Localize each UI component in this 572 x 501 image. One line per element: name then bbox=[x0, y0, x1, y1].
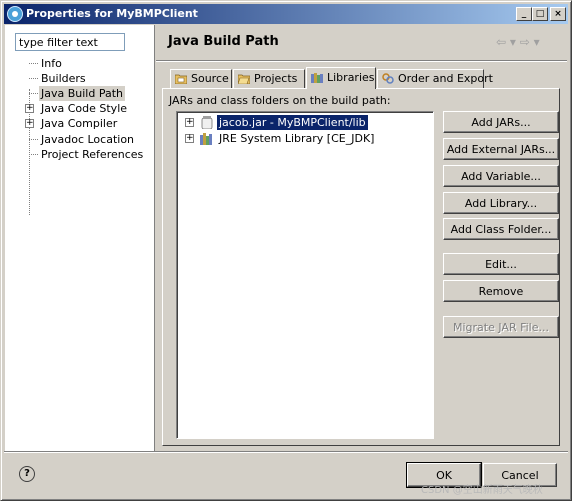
edit-button[interactable]: Edit... bbox=[443, 253, 559, 275]
jar-icon bbox=[201, 116, 213, 129]
tree-line bbox=[29, 78, 38, 79]
tab-label: Order and Export bbox=[398, 72, 493, 85]
library-label: JRE System Library [CE_JDK] bbox=[219, 132, 375, 145]
tree-item-label: Info bbox=[41, 57, 62, 70]
tab-libraries[interactable]: Libraries bbox=[306, 67, 376, 89]
tree-item-label: Java Compiler bbox=[41, 117, 118, 130]
history-nav[interactable]: ⇦ ▾ ⇨ ▾ bbox=[496, 35, 540, 49]
library-icon bbox=[200, 133, 212, 145]
tab-label: Source bbox=[191, 72, 229, 85]
forward-arrow-icon[interactable]: ⇨ ▾ bbox=[520, 35, 540, 49]
title-separator bbox=[156, 60, 567, 62]
tab-label: Libraries bbox=[327, 71, 375, 84]
expand-icon[interactable]: + bbox=[25, 104, 34, 113]
title-bar[interactable]: Properties for MyBMPClient _ □ × bbox=[4, 4, 568, 24]
tree-line bbox=[29, 63, 38, 64]
properties-window: Properties for MyBMPClient _ □ × Info Bu… bbox=[0, 0, 572, 501]
tab-projects[interactable]: Projects bbox=[233, 69, 305, 88]
tab-source[interactable]: Source bbox=[170, 69, 232, 88]
add-jars-button[interactable]: Add JARs... bbox=[443, 111, 559, 133]
window-title: Properties for MyBMPClient bbox=[26, 7, 198, 20]
libraries-panel: JARs and class folders on the build path… bbox=[162, 88, 560, 446]
close-icon[interactable]: × bbox=[550, 7, 566, 21]
tab-order-and-export[interactable]: Order and Export bbox=[377, 69, 493, 88]
tree-line bbox=[29, 154, 38, 155]
source-folder-icon bbox=[175, 74, 187, 84]
library-label: jacob.jar - MyBMPClient/lib bbox=[217, 115, 368, 130]
tab-label: Projects bbox=[254, 72, 298, 85]
watermark-text: CSDN @空山新雨天气晚秋 bbox=[421, 485, 543, 496]
add-variable-button[interactable]: Add Variable... bbox=[443, 165, 559, 187]
tree-item-label: Builders bbox=[41, 72, 86, 85]
minimize-icon[interactable]: _ bbox=[516, 7, 532, 21]
order-export-icon bbox=[382, 73, 394, 84]
tree-line bbox=[29, 93, 38, 94]
tree-item-label: Javadoc Location bbox=[41, 133, 135, 146]
help-icon[interactable]: ? bbox=[19, 466, 35, 482]
build-path-tree[interactable]: + jacob.jar - MyBMPClient/lib + JRE Syst… bbox=[176, 111, 434, 439]
tree-item-label: Java Build Path bbox=[39, 86, 126, 101]
footer-separator bbox=[4, 451, 568, 453]
tree-item-label: Java Code Style bbox=[41, 102, 128, 115]
expand-icon[interactable]: + bbox=[185, 134, 194, 143]
projects-icon bbox=[238, 74, 250, 84]
expand-icon[interactable]: + bbox=[25, 119, 34, 128]
maximize-icon[interactable]: □ bbox=[532, 7, 548, 21]
expand-icon[interactable]: + bbox=[185, 118, 194, 127]
libraries-icon bbox=[311, 73, 323, 83]
add-library-button[interactable]: Add Library... bbox=[443, 192, 559, 214]
page-title: Java Build Path bbox=[168, 34, 279, 49]
migrate-jar-button[interactable]: Migrate JAR File... bbox=[443, 316, 559, 338]
add-external-jars-button[interactable]: Add External JARs... bbox=[443, 138, 559, 160]
tree-line bbox=[29, 139, 38, 140]
eclipse-icon bbox=[7, 6, 23, 22]
remove-button[interactable]: Remove bbox=[443, 280, 559, 302]
filter-input[interactable] bbox=[15, 33, 125, 51]
tree-item-label: Project References bbox=[41, 148, 144, 161]
page-content: Java Build Path ⇦ ▾ ⇨ ▾ Source Projects bbox=[156, 25, 567, 451]
preference-nav-pane: Info Builders Java Build Path + Java Cod… bbox=[5, 25, 155, 451]
libraries-heading: JARs and class folders on the build path… bbox=[169, 94, 391, 107]
back-arrow-icon[interactable]: ⇦ ▾ bbox=[496, 35, 516, 49]
add-class-folder-button[interactable]: Add Class Folder... bbox=[443, 218, 559, 240]
